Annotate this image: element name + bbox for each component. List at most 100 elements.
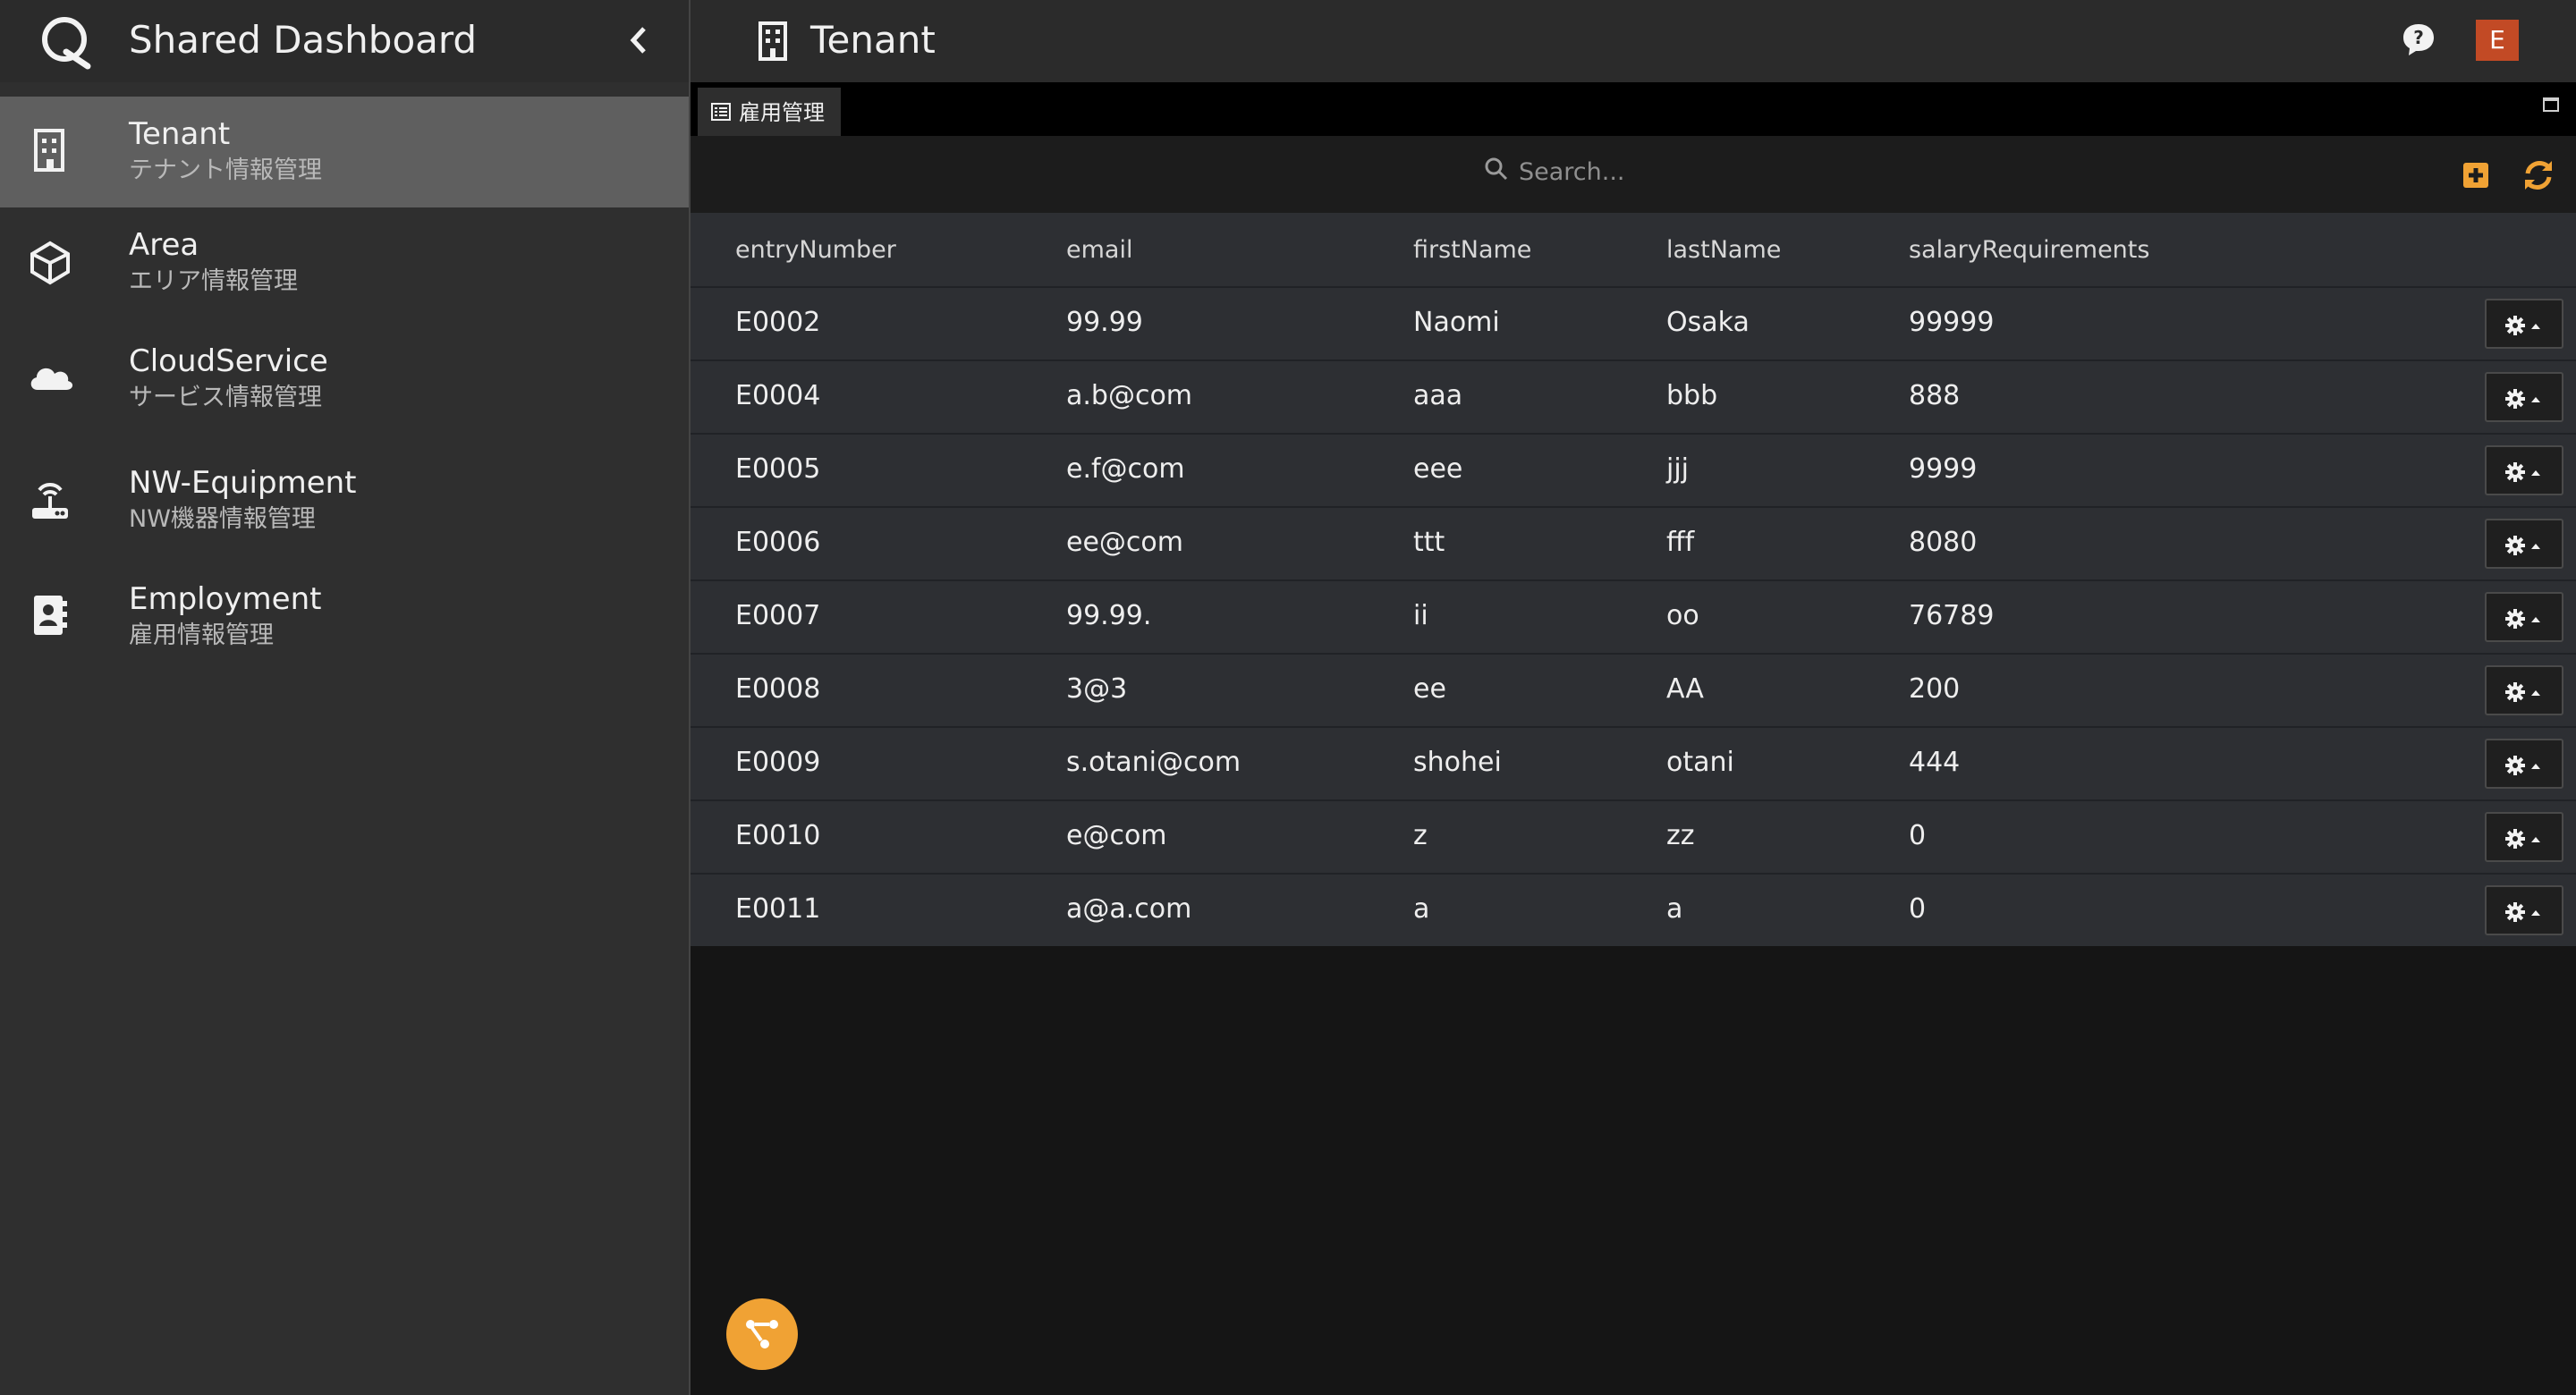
cell-salaryrequirements: 200 (1909, 673, 1961, 705)
cell-lastname: otani (1666, 747, 1734, 778)
table-row[interactable]: E0006 ee@com ttt fff 8080 (691, 506, 2576, 579)
row-actions-button[interactable] (2485, 739, 2563, 789)
table-row[interactable]: E0007 99.99. ii oo 76789 (691, 579, 2576, 653)
cell-salaryrequirements: 0 (1909, 893, 1927, 925)
search-input[interactable] (1517, 148, 1896, 195)
sidebar-item-subtitle: NW機器情報管理 (129, 505, 316, 533)
list-icon (711, 103, 731, 121)
cell-entrynumber: E0006 (735, 527, 821, 558)
sidebar-item-title: CloudService (129, 343, 328, 379)
sidebar-item-cloudservice[interactable]: CloudService サービス情報管理 (0, 324, 689, 435)
cell-salaryrequirements: 76789 (1909, 600, 1995, 631)
cloud-icon (30, 368, 73, 390)
cell-salaryrequirements: 888 (1909, 380, 1961, 411)
table-row[interactable]: E0009 s.otani@com shohei otani 444 (691, 726, 2576, 799)
workflow-icon (746, 1320, 778, 1348)
gear-icon (2505, 609, 2540, 629)
chevron-left-icon[interactable] (624, 20, 655, 61)
cell-salaryrequirements: 444 (1909, 747, 1961, 778)
app-logo-icon (42, 17, 91, 70)
cell-lastname: a (1666, 893, 1683, 925)
cell-email: e@com (1066, 820, 1167, 851)
table-row[interactable]: E0005 e.f@com eee jjj 9999 (691, 433, 2576, 506)
cell-lastname: jjj (1666, 453, 1690, 485)
svg-text:?: ? (2413, 27, 2424, 48)
workflow-button[interactable] (726, 1298, 798, 1370)
table-toolbar (691, 136, 2576, 213)
cell-lastname: AA (1666, 673, 1704, 705)
sidebar-item-area[interactable]: Area エリア情報管理 (0, 207, 689, 318)
cell-firstname: shohei (1413, 747, 1502, 778)
cell-salaryrequirements: 8080 (1909, 527, 1978, 558)
building-icon (34, 129, 64, 172)
cell-entrynumber: E0004 (735, 380, 821, 411)
sidebar-item-title: NW-Equipment (129, 465, 357, 501)
cell-salaryrequirements: 9999 (1909, 453, 1978, 485)
cell-firstname: ee (1413, 673, 1446, 705)
search-icon (1485, 157, 1508, 181)
row-actions-button[interactable] (2485, 885, 2563, 935)
cell-email: a.b@com (1066, 380, 1193, 411)
sidebar: Shared Dashboard Tenant テナント情報管理 Area エリ… (0, 0, 689, 1395)
plus-square-icon[interactable] (2458, 157, 2494, 193)
tab-label: 雇用管理 (739, 100, 825, 125)
sidebar-item-subtitle: 雇用情報管理 (129, 621, 274, 649)
cell-email: s.otani@com (1066, 747, 1241, 778)
cell-lastname: bbb (1666, 380, 1718, 411)
cell-entrynumber: E0007 (735, 600, 821, 631)
sidebar-item-employment[interactable]: Employment 雇用情報管理 (0, 562, 689, 672)
row-actions-button[interactable] (2485, 372, 2563, 422)
cell-salaryrequirements: 99999 (1909, 307, 1995, 338)
column-header-lastname[interactable]: lastName (1666, 234, 1781, 266)
sidebar-item-title: Tenant (129, 116, 231, 152)
sidebar-item-title: Employment (129, 581, 322, 617)
row-actions-button[interactable] (2485, 665, 2563, 715)
column-header-salaryrequirements[interactable]: salaryRequirements (1909, 234, 2149, 266)
row-actions-button[interactable] (2485, 299, 2563, 349)
sidebar-item-subtitle: サービス情報管理 (129, 384, 322, 411)
cell-firstname: ii (1413, 600, 1428, 631)
table-row[interactable]: E0010 e@com z zz 0 (691, 799, 2576, 873)
sidebar-item-tenant[interactable]: Tenant テナント情報管理 (0, 97, 689, 207)
cell-email: 99.99 (1066, 307, 1143, 338)
row-actions-button[interactable] (2485, 812, 2563, 862)
sidebar-item-subtitle: エリア情報管理 (129, 267, 298, 295)
cell-email: e.f@com (1066, 453, 1185, 485)
column-header-email[interactable]: email (1066, 234, 1132, 266)
row-actions-button[interactable] (2485, 519, 2563, 569)
gear-icon (2505, 536, 2540, 555)
table-row[interactable]: E0011 a@a.com a a 0 (691, 873, 2576, 946)
column-header-entrynumber[interactable]: entryNumber (735, 234, 896, 266)
table-row[interactable]: E0004 a.b@com aaa bbb 888 (691, 359, 2576, 433)
column-header-firstname[interactable]: firstName (1413, 234, 1531, 266)
gear-icon (2505, 462, 2540, 482)
table-row[interactable]: E0008 3@3 ee AA 200 (691, 653, 2576, 726)
app-title: Shared Dashboard (129, 18, 478, 62)
table-body: E0002 99.99 Naomi Osaka 99999 E0004 a.b@com aaa… (691, 286, 2576, 946)
maximize-icon[interactable] (2542, 97, 2560, 113)
row-actions-button[interactable] (2485, 592, 2563, 642)
cell-salaryrequirements: 0 (1909, 820, 1927, 851)
top-bar: Tenant ? E (691, 0, 2576, 82)
cell-entrynumber: E0011 (735, 893, 821, 925)
refresh-icon[interactable] (2521, 157, 2556, 193)
sidebar-item-nw-equipment[interactable]: NW-Equipment NW機器情報管理 (0, 445, 689, 556)
cell-lastname: zz (1666, 820, 1695, 851)
table-row[interactable]: E0002 99.99 Naomi Osaka 99999 (691, 286, 2576, 359)
cell-firstname: z (1413, 820, 1428, 851)
cell-lastname: oo (1666, 600, 1699, 631)
help-icon[interactable]: ? (2401, 21, 2436, 57)
cell-entrynumber: E0005 (735, 453, 821, 485)
cell-firstname: ttt (1413, 527, 1445, 558)
cell-entrynumber: E0010 (735, 820, 821, 851)
cell-firstname: Naomi (1413, 307, 1500, 338)
tab-employment[interactable]: 雇用管理 (698, 88, 841, 136)
cell-firstname: aaa (1413, 380, 1463, 411)
gear-icon (2505, 316, 2540, 335)
row-actions-button[interactable] (2485, 445, 2563, 495)
data-table: entryNumber email firstName lastName sal… (691, 213, 2576, 946)
page-title: Tenant (810, 18, 936, 62)
user-avatar[interactable]: E (2476, 20, 2519, 61)
contact-book-icon (34, 596, 67, 635)
cube-icon (30, 241, 70, 285)
